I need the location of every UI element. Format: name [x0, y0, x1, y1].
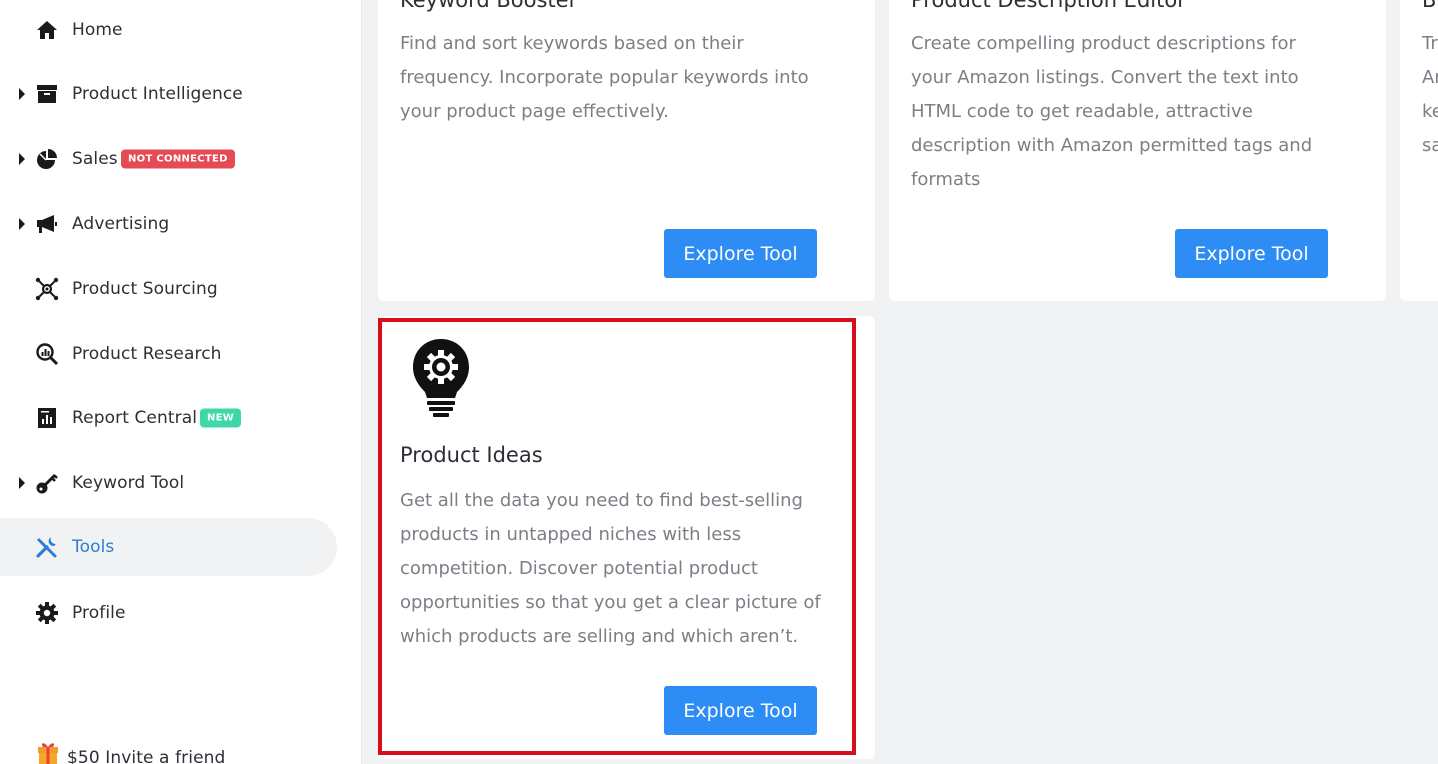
gear-icon — [34, 600, 60, 626]
sidebar-item-report-central[interactable]: Report Central NEW — [0, 389, 337, 447]
network-nodes-icon — [34, 276, 60, 302]
sidebar-item-keyword-tool[interactable]: Keyword Tool — [0, 454, 337, 512]
sidebar-item-advertising[interactable]: Advertising — [0, 195, 337, 253]
card-title: Product Description Editor — [911, 0, 1186, 12]
explore-tool-button[interactable]: Explore Tool — [664, 229, 817, 278]
new-badge: NEW — [200, 408, 242, 428]
card-description: Tr Ar ke sa — [1422, 27, 1438, 163]
sidebar-item-product-research[interactable]: Product Research — [0, 325, 337, 383]
magnifier-chart-icon — [34, 341, 60, 367]
sidebar-item-product-intelligence[interactable]: Product Intelligence — [0, 65, 337, 123]
sidebar-item-profile[interactable]: Profile — [0, 584, 337, 642]
megaphone-icon — [34, 211, 60, 237]
explore-tool-button[interactable]: Explore Tool — [664, 686, 817, 735]
card-title: Product Ideas — [400, 443, 543, 467]
sidebar-item-label: Advertising — [72, 214, 170, 234]
invite-friend-label: $50 Invite a friend — [67, 748, 226, 764]
sidebar-item-home[interactable]: Home — [0, 1, 337, 59]
key-icon — [34, 470, 60, 496]
card-description: Create compelling product descriptions f… — [911, 33, 1313, 190]
sidebar-item-product-sourcing[interactable]: Product Sourcing — [0, 260, 337, 318]
sidebar-item-label: Product Research — [72, 344, 222, 364]
sidebar-item-label: Sales — [72, 149, 118, 169]
card-description-line: Ar — [1422, 67, 1438, 88]
home-icon — [34, 17, 60, 43]
pie-chart-icon — [34, 146, 60, 172]
caret-right-icon — [19, 153, 25, 165]
sidebar-item-label: Report Central — [72, 408, 198, 428]
keyword-booster-card: Keyword Booster Find and sort keywords b… — [378, 0, 875, 301]
report-document-icon — [34, 405, 60, 431]
sidebar-item-sales[interactable]: Sales NOT CONNECTED — [0, 130, 337, 188]
lightbulb-gear-icon — [411, 337, 471, 419]
sidebar-item-label: Product Intelligence — [72, 84, 243, 104]
card-title: B — [1422, 0, 1437, 12]
not-connected-badge: NOT CONNECTED — [121, 149, 235, 169]
card-title: Keyword Booster — [400, 0, 578, 12]
card-description: Find and sort keywords based on their fr… — [400, 33, 809, 122]
product-ideas-card: Product Ideas Get all the data you need … — [378, 316, 875, 759]
sidebar-item-label: Keyword Tool — [72, 473, 185, 493]
sidebar-item-tools[interactable]: Tools — [0, 518, 337, 576]
sidebar-item-label: Profile — [72, 603, 126, 623]
gift-icon — [35, 740, 61, 764]
card-description-line: sa — [1422, 135, 1438, 156]
product-description-editor-card: Product Description Editor Create compel… — [889, 0, 1386, 301]
card-description-line: ke — [1422, 101, 1438, 122]
partial-tool-card: B Tr Ar ke sa — [1400, 0, 1438, 301]
caret-right-icon — [19, 218, 25, 230]
caret-right-icon — [19, 88, 25, 100]
sidebar-item-label: Product Sourcing — [72, 279, 218, 299]
card-description: Get all the data you need to find best-s… — [400, 490, 821, 647]
sidebar-item-label: Home — [72, 20, 123, 40]
caret-right-icon — [19, 477, 25, 489]
sidebar-item-label: Tools — [72, 537, 115, 557]
sidebar: Home Product Intelligence Sales NOT CONN… — [0, 0, 362, 764]
archive-box-icon — [34, 81, 60, 107]
explore-tool-button[interactable]: Explore Tool — [1175, 229, 1328, 278]
invite-friend-link[interactable]: $50 Invite a friend — [0, 728, 337, 764]
card-description-line: Tr — [1422, 33, 1438, 54]
tools-icon — [34, 534, 60, 560]
